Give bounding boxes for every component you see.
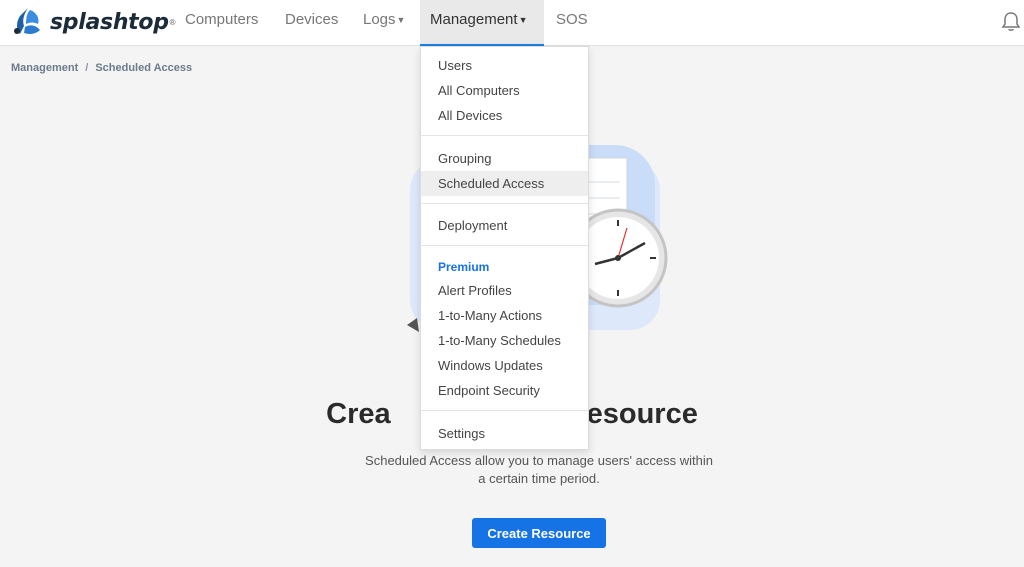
- menu-item-users[interactable]: Users: [421, 53, 588, 78]
- create-resource-button[interactable]: Create Resource: [472, 518, 606, 548]
- brand-name: splashtop: [50, 9, 169, 35]
- menu-item-all-computers[interactable]: All Computers: [421, 78, 588, 103]
- menu-item-alert-profiles[interactable]: Alert Profiles: [421, 278, 588, 303]
- breadcrumb-current: Scheduled Access: [95, 62, 193, 74]
- nav-sos-label: SOS: [556, 11, 588, 28]
- menu-item-1-to-many-actions[interactable]: 1-to-Many Actions: [421, 303, 588, 328]
- menu-divider: [421, 203, 588, 204]
- breadcrumb-separator: /: [85, 62, 89, 74]
- splashtop-logo-icon: [14, 8, 40, 34]
- menu-item-settings[interactable]: Settings: [421, 421, 588, 446]
- nav-logs-label: Logs: [363, 11, 396, 28]
- bell-icon[interactable]: [1000, 10, 1022, 32]
- caret-down-icon: ▼: [518, 15, 528, 26]
- caret-down-icon: ▼: [396, 15, 406, 26]
- nav-management[interactable]: Management▼: [420, 0, 544, 46]
- nav-computers-label: Computers: [185, 11, 259, 28]
- top-nav: splashtop ® Computers Devices Logs▼ Manag…: [0, 0, 1024, 46]
- nav-sos[interactable]: SOS: [546, 0, 598, 46]
- breadcrumb: Management / Scheduled Access: [11, 62, 192, 74]
- splashtop-logo[interactable]: splashtop ®: [10, 2, 176, 42]
- nav-computers[interactable]: Computers: [175, 0, 268, 46]
- nav-devices[interactable]: Devices: [275, 0, 348, 46]
- menu-item-deployment[interactable]: Deployment: [421, 213, 588, 238]
- title-left-fragment: Crea: [326, 398, 391, 430]
- management-dropdown-menu: Users All Computers All Devices Grouping…: [420, 46, 589, 450]
- menu-item-windows-updates[interactable]: Windows Updates: [421, 353, 588, 378]
- nav-logs[interactable]: Logs▼: [353, 0, 415, 46]
- nav-devices-label: Devices: [285, 11, 339, 28]
- menu-item-scheduled-access[interactable]: Scheduled Access: [421, 171, 588, 196]
- menu-divider: [421, 410, 588, 411]
- menu-premium-header: Premium: [438, 260, 490, 274]
- menu-item-endpoint-security[interactable]: Endpoint Security: [421, 378, 588, 403]
- nav-management-label: Management: [430, 11, 518, 28]
- menu-item-grouping[interactable]: Grouping: [421, 146, 588, 171]
- menu-divider: [421, 135, 588, 136]
- menu-divider: [421, 245, 588, 246]
- menu-item-1-to-many-schedules[interactable]: 1-to-Many Schedules: [421, 328, 588, 353]
- menu-item-all-devices[interactable]: All Devices: [421, 103, 588, 128]
- breadcrumb-parent[interactable]: Management: [11, 62, 78, 74]
- empty-state-description: Scheduled Access allow you to manage use…: [365, 453, 713, 486]
